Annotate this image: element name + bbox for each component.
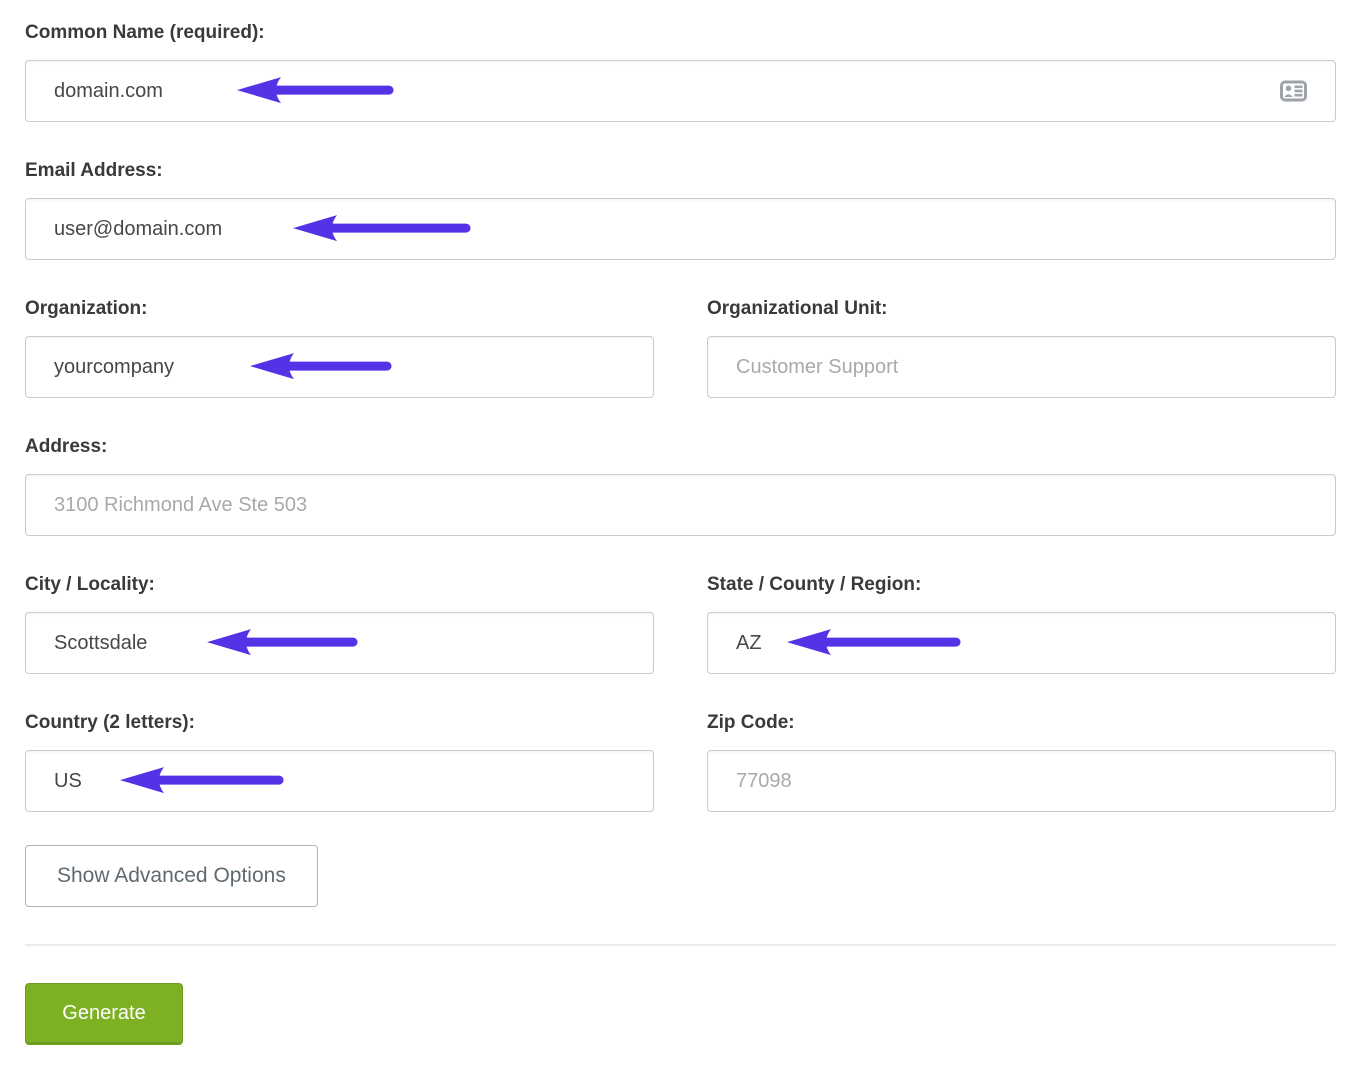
email-input-wrap <box>25 198 1336 260</box>
zip-label: Zip Code: <box>707 712 1336 734</box>
common-name-input-wrap <box>25 60 1336 122</box>
organization-input[interactable] <box>25 336 654 398</box>
email-label: Email Address: <box>25 160 1336 182</box>
field-email: Email Address: <box>25 160 1336 260</box>
organizational-unit-label: Organizational Unit: <box>707 298 1336 320</box>
generate-button[interactable]: Generate <box>25 983 183 1045</box>
field-organization: Organization: <box>25 298 654 398</box>
zip-input[interactable] <box>707 750 1336 812</box>
organizational-unit-input[interactable] <box>707 336 1336 398</box>
city-label: City / Locality: <box>25 574 654 596</box>
row-country-zip: Country (2 letters): Zip Code: <box>25 712 1336 812</box>
common-name-label: Common Name (required): <box>25 22 1336 44</box>
show-advanced-options-button[interactable]: Show Advanced Options <box>25 845 318 907</box>
row-city-state: City / Locality: State / County / Region… <box>25 574 1336 674</box>
state-input[interactable] <box>707 612 1336 674</box>
field-city: City / Locality: <box>25 574 654 674</box>
state-label: State / County / Region: <box>707 574 1336 596</box>
csr-generator-form: Common Name (required): Email Address: O… <box>0 0 1356 1045</box>
field-organizational-unit: Organizational Unit: <box>707 298 1336 398</box>
city-input[interactable] <box>25 612 654 674</box>
common-name-input[interactable] <box>25 60 1336 122</box>
address-label: Address: <box>25 436 1336 458</box>
address-input[interactable] <box>25 474 1336 536</box>
contact-card-icon[interactable] <box>1280 81 1307 102</box>
organization-label: Organization: <box>25 298 654 320</box>
section-divider <box>25 944 1336 946</box>
field-common-name: Common Name (required): <box>25 22 1336 122</box>
field-country: Country (2 letters): <box>25 712 654 812</box>
country-input[interactable] <box>25 750 654 812</box>
field-state: State / County / Region: <box>707 574 1336 674</box>
email-input[interactable] <box>25 198 1336 260</box>
field-address: Address: <box>25 436 1336 536</box>
country-label: Country (2 letters): <box>25 712 654 734</box>
field-zip: Zip Code: <box>707 712 1336 812</box>
row-organization: Organization: Organizational Unit: <box>25 298 1336 398</box>
